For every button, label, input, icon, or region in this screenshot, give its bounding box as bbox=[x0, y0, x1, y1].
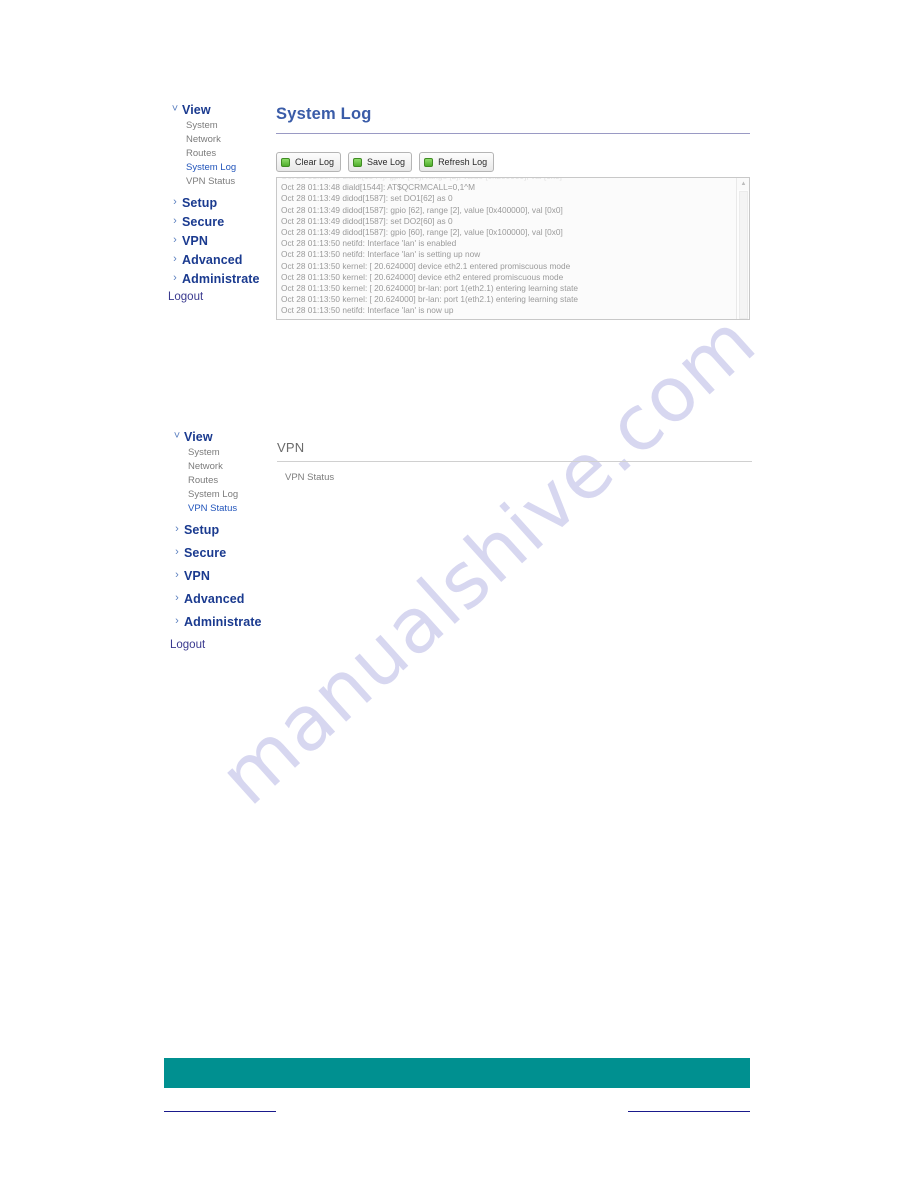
sidebar-group-label: View bbox=[184, 429, 213, 444]
sidebar-2: ˅ View System Network Routes System Log … bbox=[170, 427, 280, 654]
sidebar-group-advanced[interactable]: › Advanced bbox=[170, 589, 280, 608]
screenshot-vpn: ˅ View System Network Routes System Log … bbox=[0, 0, 918, 651]
sidebar-item-system-log[interactable]: System Log bbox=[170, 488, 280, 502]
sidebar-item-network[interactable]: Network bbox=[170, 460, 280, 474]
sidebar-group-administrate[interactable]: › Administrate bbox=[170, 612, 280, 631]
content-2: VPN VPN Status bbox=[277, 440, 752, 483]
chevron-down-icon: ˅ bbox=[173, 430, 181, 442]
footer-link-right[interactable] bbox=[628, 1100, 750, 1112]
sidebar-item-routes[interactable]: Routes bbox=[170, 474, 280, 488]
sidebar-group-label: Setup bbox=[184, 522, 220, 537]
sidebar-group-label: Administrate bbox=[184, 614, 262, 629]
chevron-right-icon: › bbox=[175, 592, 179, 604]
sidebar-group-vpn[interactable]: › VPN bbox=[170, 566, 280, 585]
footer-links bbox=[164, 1100, 750, 1114]
page-title: VPN bbox=[277, 440, 305, 455]
chevron-right-icon: › bbox=[175, 523, 179, 535]
footer-link-left[interactable] bbox=[164, 1100, 276, 1112]
vpn-status-link[interactable]: VPN Status bbox=[277, 472, 752, 483]
sidebar-group-label: Secure bbox=[184, 545, 227, 560]
footer-bar bbox=[164, 1058, 750, 1088]
chevron-right-icon: › bbox=[175, 546, 179, 558]
sidebar-item-vpn-status[interactable]: VPN Status bbox=[170, 502, 280, 516]
chevron-right-icon: › bbox=[175, 569, 179, 581]
document-page: manualshive.com ˅ View System Network Ro… bbox=[0, 0, 918, 1188]
sidebar-group-view[interactable]: ˅ View bbox=[170, 427, 280, 446]
title-divider bbox=[277, 461, 752, 462]
sidebar-group-secure[interactable]: › Secure bbox=[170, 543, 280, 562]
sidebar-item-system[interactable]: System bbox=[170, 446, 280, 460]
sidebar-group-label: Advanced bbox=[184, 591, 245, 606]
logout-link[interactable]: Logout bbox=[170, 636, 280, 654]
sidebar-group-label: VPN bbox=[184, 568, 211, 583]
chevron-right-icon: › bbox=[175, 615, 179, 627]
sidebar-group-setup[interactable]: › Setup bbox=[170, 520, 280, 539]
